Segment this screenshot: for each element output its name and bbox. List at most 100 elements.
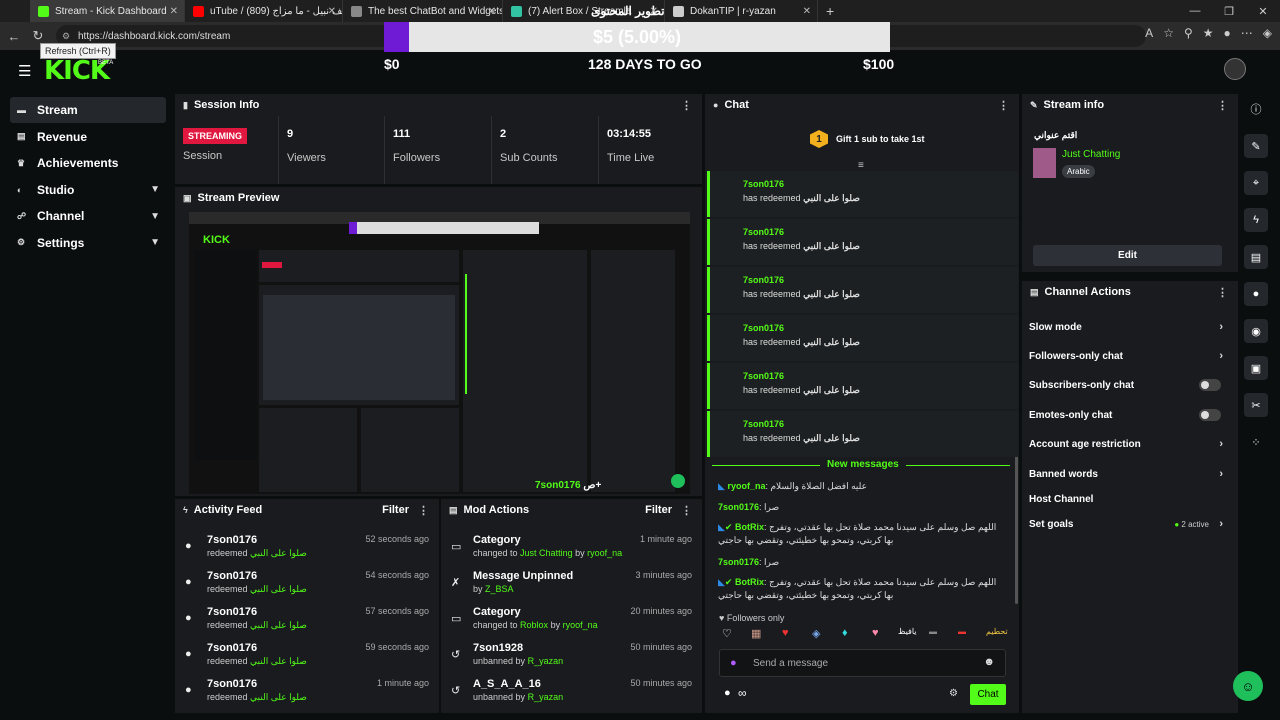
doc-icon[interactable]: ▤ (1244, 245, 1268, 269)
menu-icon[interactable]: ⋯ (1241, 26, 1253, 40)
sidebar-item-channel[interactable]: ☍ Channel ▼ (10, 203, 166, 229)
emotes-only-toggle[interactable] (1199, 409, 1221, 421)
emote-red[interactable]: ▬ (958, 627, 966, 636)
kebab-menu-icon[interactable]: ⋮ (998, 99, 1009, 112)
emote-red-heart[interactable]: ♥ (782, 627, 789, 639)
close-window-icon[interactable]: ✕ (1246, 5, 1280, 18)
chat-username[interactable]: BotRix (735, 577, 764, 587)
emotes-only-action[interactable]: Emotes-only chat (1029, 404, 1223, 426)
list-item[interactable]: ▭ Category changed to Roblox by ryoof_na 20… (441, 600, 702, 636)
filter-button[interactable]: Filter (645, 504, 672, 516)
followers-only-action[interactable]: Followers-only chat › (1029, 345, 1223, 367)
category-link[interactable]: Just Chatting (1062, 149, 1120, 160)
send-chat-button[interactable]: Chat (970, 684, 1006, 705)
tab-kick-dashboard[interactable]: Stream - Kick Dashboard ✕ (30, 0, 185, 22)
dots-icon[interactable]: ⁘ (1244, 430, 1268, 454)
sidebar-item-studio[interactable]: ◐ Studio ▼ (10, 177, 166, 203)
mic-icon[interactable]: ● (730, 657, 737, 669)
refresh-icon[interactable]: ↻ (26, 28, 50, 44)
sidebar-item-revenue[interactable]: ▤ Revenue (10, 124, 166, 150)
info-icon[interactable]: ⓘ (1244, 97, 1268, 121)
account-age-action[interactable]: Account age restriction › (1029, 433, 1223, 455)
list-item[interactable]: ↺ A_S_A_A_16 unbanned by R_yazan 50 minutes… (441, 672, 702, 708)
emoji-picker-icon[interactable]: ☻ (983, 656, 995, 668)
chat-username[interactable]: ryoof_na (727, 481, 765, 491)
list-item[interactable]: ● 7son0176 redeemed صلوا على النبي 1 minute… (175, 672, 439, 708)
layout-icon[interactable]: ▣ (1244, 356, 1268, 380)
list-item[interactable]: ● 7son0176 redeemed صلوا على النبي 59 secon… (175, 636, 439, 672)
emote-cyan[interactable]: ♦ (842, 627, 848, 639)
support-chat-icon[interactable]: ☺ (1233, 671, 1263, 701)
close-icon[interactable]: ✕ (488, 6, 496, 17)
chat-icon[interactable]: ● (1244, 282, 1268, 306)
close-icon[interactable]: ✕ (803, 6, 811, 17)
tab-alertbox[interactable]: (7) Alert Box / Streamla تطوير المحتوى ✕ (503, 0, 665, 22)
wrench-icon[interactable]: ✂ (1244, 393, 1268, 417)
points-icon[interactable]: ● (724, 687, 731, 699)
emote-pink-heart[interactable]: ♥ (872, 627, 879, 639)
favorite-icon[interactable]: ☆ (1163, 26, 1174, 40)
redeem-user[interactable]: 7son0176 (743, 275, 784, 285)
new-tab-button[interactable]: + (826, 3, 834, 19)
chat-username[interactable]: 7son0176 (718, 557, 759, 567)
sidebar-item-achievements[interactable]: ♛ Achievements (10, 150, 166, 176)
tab-youtube[interactable]: uTube / سيف نبيل - ما مزاج (809) ✕ (185, 0, 343, 22)
broadcast-icon[interactable]: ◉ (1244, 319, 1268, 343)
emote-gold-text[interactable]: تحطيم (986, 627, 1008, 636)
site-info-icon[interactable]: ⚙ (62, 31, 70, 42)
chat-settings-icon[interactable]: ⚙ (949, 688, 958, 699)
new-messages-label[interactable]: New messages (820, 459, 906, 470)
emote-blue-gem[interactable]: ◈ (812, 627, 820, 640)
kebab-menu-icon[interactable]: ⋮ (681, 504, 692, 517)
read-aloud-icon[interactable]: A (1145, 26, 1153, 40)
list-item[interactable]: ● 7son0176 redeemed صلوا على النبي 52 secon… (175, 528, 439, 564)
kebab-menu-icon[interactable]: ⋮ (418, 504, 429, 517)
emote-dark[interactable]: ▬ (929, 627, 937, 636)
chat-username[interactable]: 7son0176 (718, 502, 759, 512)
emote-picture[interactable]: ▦ (751, 627, 761, 640)
sidebar-item-settings[interactable]: ⚙ Settings ▼ (10, 230, 166, 256)
kebab-menu-icon[interactable]: ⋮ (1217, 99, 1228, 112)
redeem-user[interactable]: 7son0176 (743, 179, 784, 189)
list-item[interactable]: ↺ 7son1928 unbanned by R_yazan 50 minutes a… (441, 636, 702, 672)
list-item[interactable]: ● 7son0176 redeemed صلوا على النبي 57 secon… (175, 600, 439, 636)
kebab-menu-icon[interactable]: ⋮ (1217, 286, 1228, 299)
list-item[interactable]: ✗ Message Unpinned by Z_BSA 3 minutes ago (441, 564, 702, 600)
sidebar-item-stream[interactable]: ▬ Stream (10, 97, 166, 123)
minimize-icon[interactable]: — (1178, 5, 1212, 17)
restore-icon[interactable]: ❐ (1212, 5, 1246, 18)
subscribers-only-toggle[interactable] (1199, 379, 1221, 391)
emote-heart-outline[interactable]: ♡ (722, 627, 732, 640)
bolt-icon[interactable]: ϟ (1244, 208, 1268, 232)
redeem-user[interactable]: 7son0176 (743, 227, 784, 237)
list-item[interactable]: ● 7son0176 redeemed صلوا على النبي 54 secon… (175, 564, 439, 600)
list-item[interactable]: ▭ Category changed to Just Chatting by ryo… (441, 528, 702, 564)
redeem-user[interactable]: 7son0176 (743, 371, 784, 381)
target-icon[interactable]: ⌖ (1244, 171, 1268, 195)
collapse-icon[interactable]: ≡ (858, 160, 864, 171)
filter-button[interactable]: Filter (382, 504, 409, 516)
back-icon[interactable]: ← (2, 29, 26, 44)
chat-input-box[interactable]: ● Send a message ☻ (719, 649, 1006, 677)
extensions-icon[interactable]: ⚲ (1184, 26, 1193, 40)
redeem-user[interactable]: 7son0176 (743, 419, 784, 429)
emote-text[interactable]: يافيظ (898, 627, 917, 636)
close-icon[interactable]: ✕ (170, 6, 178, 17)
copilot-icon[interactable]: ◈ (1263, 26, 1272, 40)
pencil-icon[interactable]: ✎ (1244, 134, 1268, 158)
tab-dokantip[interactable]: DokanTIP | r-yazan ✕ (665, 0, 818, 22)
redeem-user[interactable]: 7son0176 (743, 323, 784, 333)
edit-stream-info-button[interactable]: Edit (1033, 245, 1222, 266)
tab-chatbot[interactable]: The best ChatBot and Widgets fo ✕ (343, 0, 503, 22)
subscribers-only-action[interactable]: Subscribers-only chat (1029, 374, 1223, 396)
close-icon[interactable]: ✕ (650, 6, 658, 17)
stream-preview-video[interactable]: KICK 7son0176 ص+ (189, 212, 690, 494)
kebab-menu-icon[interactable]: ⋮ (681, 99, 692, 112)
set-goals-action[interactable]: Set goals ● 2 active › (1029, 513, 1223, 535)
hamburger-menu-icon[interactable]: ☰ (18, 62, 31, 80)
close-icon[interactable]: ✕ (328, 6, 336, 17)
gift-sub-banner[interactable]: 1 Gift 1 sub to take 1st (810, 130, 925, 148)
banned-words-action[interactable]: Banned words › (1029, 463, 1223, 485)
collections-icon[interactable]: ★ (1203, 26, 1214, 40)
host-channel-action[interactable]: Host Channel (1029, 488, 1223, 510)
